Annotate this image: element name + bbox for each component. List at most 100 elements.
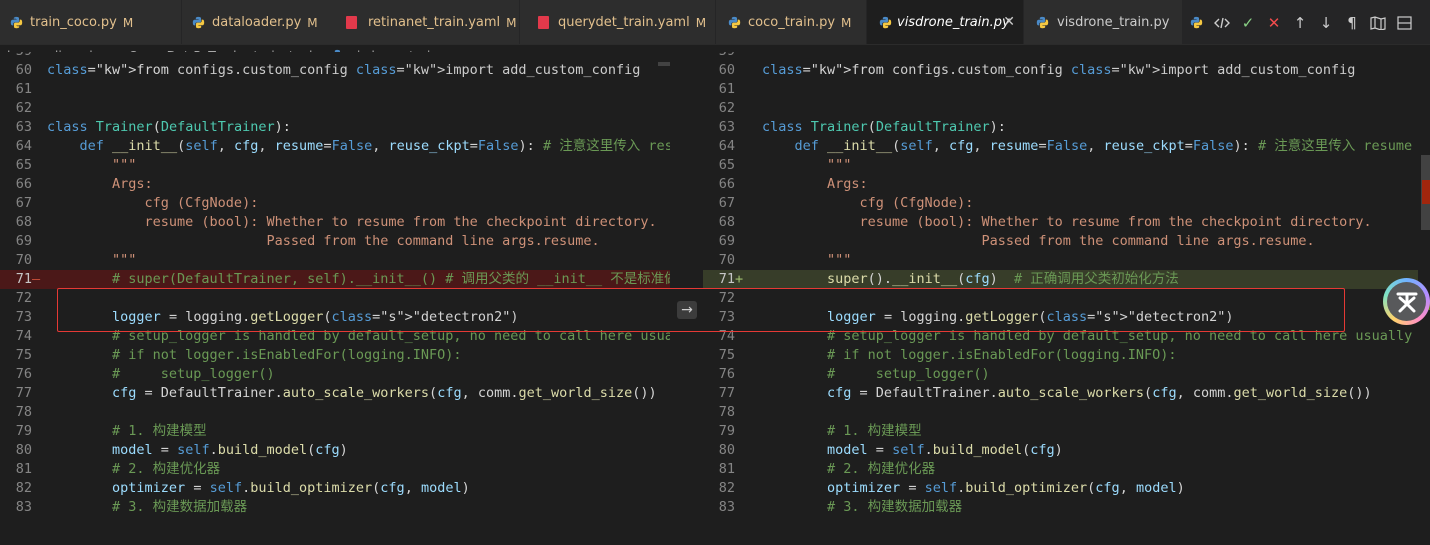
code-line[interactable]: 75 # if not logger.isEnabledFor(logging.… [703,346,1418,365]
code-line[interactable]: 68 resume (bool): Whether to resume from… [703,213,1418,232]
code-line[interactable]: 77 cfg = DefaultTrainer.auto_scale_worke… [703,384,1418,403]
code-line[interactable]: 60 class="kw">from configs.custom_config … [703,61,1418,80]
code-line[interactable]: 61 [0,80,670,99]
code-line[interactable]: 79 # 1. 构建模型 [0,422,670,441]
code-line[interactable]: 75 # if not logger.isEnabledFor(logging.… [0,346,670,365]
code-line[interactable]: 71— # super(DefaultTrainer, self).__init… [0,270,670,289]
code-line[interactable]: 67 cfg (CfgNode): [0,194,670,213]
code-line[interactable]: 65 """ [0,156,670,175]
code-text: # 1. 构建模型 [47,423,207,439]
line-number: 71 [15,271,32,287]
tab-querydet-yaml[interactable]: querydet_train.yaml M [520,0,716,44]
code-line[interactable]: 74 # setup_logger is handled by default_… [703,327,1418,346]
line-number: 69 [15,233,32,249]
line-number: 79 [718,423,735,439]
code-line[interactable]: 83 # 3. 构建数据加载器 [0,498,670,517]
code-line[interactable]: 67 cfg (CfgNode): [703,194,1418,213]
close-icon[interactable]: ✕ [1003,14,1015,30]
code-line[interactable]: 68 resume (bool): Whether to resume from… [0,213,670,232]
code-line[interactable]: 73 logger = logging.getLogger(class="s">… [703,308,1418,327]
code-line[interactable]: 82 optimizer = self.build_optimizer(cfg,… [0,479,670,498]
code-line[interactable]: 79 # 1. 构建模型 [703,422,1418,441]
arrow-up-icon[interactable]: ↑ [1287,8,1313,38]
line-number: 73 [15,309,32,325]
tab-label: visdrone_train.py [897,15,1010,30]
tab-visdrone-train[interactable]: visdrone_train.py [1024,0,1183,44]
line-number: 61 [718,81,735,97]
code-line[interactable]: 70 """ [703,251,1418,270]
code-line[interactable]: 76 # setup_logger() [0,365,670,384]
accept-check-icon[interactable]: ✓ [1235,8,1261,38]
code-line[interactable]: 73 logger = logging.getLogger(class="s">… [0,308,670,327]
diff-modified-pane[interactable]: 5960 class="kw">from configs.custom_confi… [703,52,1418,545]
code-text: class Trainer(DefaultTrainer): [762,119,1006,135]
line-number: 77 [15,385,32,401]
code-text: # 3. 构建数据加载器 [47,499,248,515]
code-line[interactable]: 83 # 3. 构建数据加载器 [703,498,1418,517]
arrow-down-icon[interactable]: ↓ [1313,8,1339,38]
code-line[interactable]: 66 Args: [0,175,670,194]
code-line[interactable]: 63 class Trainer(DefaultTrainer): [703,118,1418,137]
code-line[interactable]: 61 [703,80,1418,99]
code-line[interactable]: 80 model = self.build_model(cfg) [703,441,1418,460]
line-number: 78 [15,404,32,420]
editor-tab-bar: train_coco.py M dataloader.py M retinane… [0,0,1430,45]
diff-original-pane[interactable]: 5960 class="kw">from configs.custom_confi… [0,52,670,545]
code-line[interactable]: 72 [703,289,1418,308]
code-line[interactable]: 59 [0,52,670,61]
removed-line-marker: — [32,271,41,287]
line-number: 69 [718,233,735,249]
modified-badge: M [695,15,707,30]
code-text: resume (bool): Whether to resume from th… [762,214,1372,230]
tab-visdrone-train-active[interactable]: visdrone_train.py ✕ [867,0,1024,44]
line-number: 63 [15,119,32,135]
code-line[interactable]: 62 [703,99,1418,118]
line-number: 82 [15,480,32,496]
line-number: 65 [718,157,735,173]
line-number: 81 [718,461,735,477]
code-line[interactable]: 69 Passed from the command line args.res… [0,232,670,251]
copilot-avatar[interactable] [1383,278,1430,325]
code-line[interactable]: 81 # 2. 构建优化器 [0,460,670,479]
code-text: # if not logger.isEnabledFor(logging.INF… [47,347,462,363]
left-scrollbar[interactable] [658,62,670,66]
code-line[interactable]: 82 optimizer = self.build_optimizer(cfg,… [703,479,1418,498]
code-line[interactable]: 77 cfg = DefaultTrainer.auto_scale_worke… [0,384,670,403]
code-line[interactable]: 59 [703,52,1418,61]
tab-train-coco[interactable]: train_coco.py M [0,0,182,44]
code-line[interactable]: 64 def __init__(self, cfg, resume=False,… [0,137,670,156]
tab-label: querydet_train.yaml [558,15,690,30]
line-number: 59 [0,52,32,61]
revert-arrow-button[interactable]: → [677,301,697,319]
code-line[interactable]: 65 """ [703,156,1418,175]
split-editor-icon[interactable] [1391,8,1417,38]
python-run-icon[interactable] [1183,8,1209,38]
code-line[interactable]: 70 """ [0,251,670,270]
code-line[interactable]: 81 # 2. 构建优化器 [703,460,1418,479]
code-line[interactable]: 66 Args: [703,175,1418,194]
line-number: 79 [15,423,32,439]
code-line[interactable]: 76 # setup_logger() [703,365,1418,384]
tab-label: coco_train.py [748,15,836,30]
code-line[interactable]: 62 [0,99,670,118]
code-line[interactable]: 60 class="kw">from configs.custom_config … [0,61,670,80]
code-line[interactable]: 78 [703,403,1418,422]
code-line[interactable]: 71 + super().__init__(cfg) # 正确调用父类初始化方法 [703,270,1418,289]
code-line[interactable]: 64 def __init__(self, cfg, resume=False,… [703,137,1418,156]
paragraph-whitespace-icon[interactable]: ¶ [1339,8,1365,38]
reject-x-icon[interactable]: ✕ [1261,8,1287,38]
line-number: 70 [15,252,32,268]
code-line[interactable]: 72 [0,289,670,308]
line-number: 75 [718,347,735,363]
map-icon[interactable] [1365,8,1391,38]
code-line[interactable]: 80 model = self.build_model(cfg) [0,441,670,460]
line-number: 64 [718,138,735,154]
code-line[interactable]: 69 Passed from the command line args.res… [703,232,1418,251]
code-line[interactable]: 74 # setup_logger is handled by default_… [0,327,670,346]
code-line[interactable]: 78 [0,403,670,422]
code-text: Args: [47,176,153,192]
compare-changes-icon[interactable] [1209,8,1235,38]
tab-coco-train[interactable]: coco_train.py M [716,0,867,44]
code-line[interactable]: 63 class Trainer(DefaultTrainer): [0,118,670,137]
tab-retinanet-yaml[interactable]: retinanet_train.yaml M [330,0,520,44]
